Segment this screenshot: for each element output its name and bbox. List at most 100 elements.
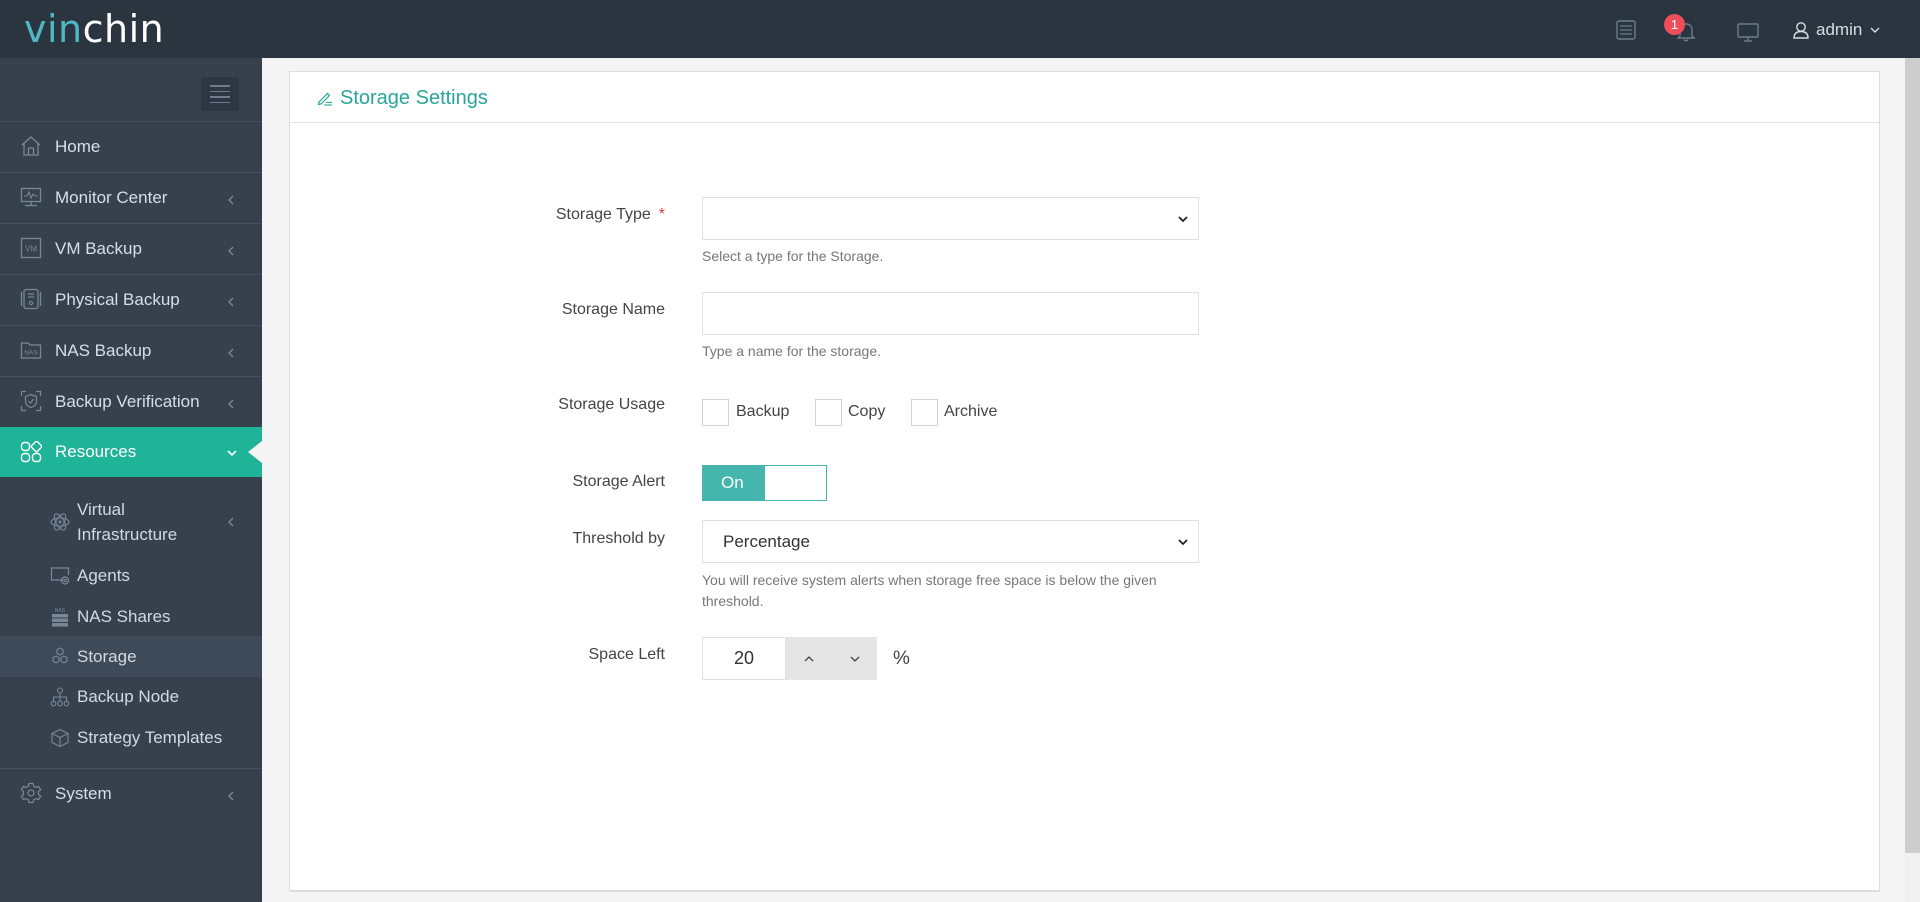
logo-text-chin: chin	[82, 7, 165, 51]
sidebar-subitem-nas-shares[interactable]: NAS NAS Shares	[0, 596, 262, 637]
page-scrollbar[interactable]	[1905, 58, 1920, 902]
required-asterisk: *	[658, 206, 665, 223]
threshold-by-help: You will receive system alerts when stor…	[702, 572, 1157, 609]
vinchin-logo[interactable]: vinchin	[24, 6, 164, 52]
edit-icon	[317, 92, 332, 106]
sidebar-item-physical-backup[interactable]: Physical Backup	[0, 274, 262, 325]
archive-checkbox[interactable]	[911, 399, 938, 426]
chevron-down-icon	[850, 656, 859, 662]
storage-name-help: Type a name for the storage.	[702, 343, 881, 359]
chevron-left-icon	[228, 399, 234, 409]
chevron-down-icon	[1870, 27, 1880, 33]
chevron-left-icon	[228, 246, 234, 256]
scrollbar-thumb[interactable]	[1905, 58, 1920, 853]
sidebar-item-system[interactable]: System	[0, 768, 262, 819]
chevron-down-icon	[1178, 539, 1188, 546]
notification-badge[interactable]: 1	[1664, 14, 1685, 35]
sidebar-item-label: System	[55, 783, 112, 803]
logo-text-vin: vin	[24, 7, 83, 51]
chevron-down-icon	[227, 450, 237, 457]
sidebar-item-monitor-center[interactable]: Monitor Center	[0, 172, 262, 223]
increment-button[interactable]	[786, 637, 831, 680]
backup-checkbox[interactable]	[702, 399, 729, 426]
sidebar-subitem-strategy-templates[interactable]: Strategy Templates	[0, 717, 262, 758]
storage-alert-label: Storage Alert	[572, 473, 666, 490]
sidebar-item-label: NAS Backup	[55, 340, 152, 360]
storage-type-help: Select a type for the Storage.	[702, 248, 884, 264]
copy-checkbox-label[interactable]: Copy	[848, 403, 885, 421]
select-value: Percentage	[723, 532, 810, 551]
node-tree-icon	[50, 687, 70, 707]
sidebar-item-label: Monitor Center	[55, 187, 168, 207]
physical-server-icon	[20, 288, 42, 310]
storage-hexagons-icon	[52, 647, 68, 664]
sidebar-item-vm-backup[interactable]: VM VM Backup	[0, 223, 262, 274]
hamburger-icon-line	[210, 85, 230, 87]
sidebar-subitem-virtual-infrastructure[interactable]: Virtual Infrastructure	[0, 489, 262, 555]
user-menu[interactable]: admin	[1792, 19, 1886, 41]
storage-usage-label: Storage Usage	[558, 396, 665, 413]
user-name: admin	[1816, 20, 1863, 39]
storage-settings-panel: Storage Settings	[289, 71, 1880, 891]
sidebar-item-label: Backup Verification	[55, 391, 200, 411]
archive-checkbox-label[interactable]: Archive	[944, 403, 997, 421]
panel-header: Storage Settings	[290, 72, 1879, 123]
backup-checkbox-label[interactable]: Backup	[736, 403, 789, 421]
space-left-label: Space Left	[588, 646, 666, 663]
active-indicator	[248, 441, 262, 463]
task-list-icon[interactable]	[1614, 18, 1638, 42]
sidebar-subitem-label: NAS Shares	[77, 607, 171, 626]
grid-icon	[20, 441, 42, 463]
chevron-down-icon	[1178, 216, 1188, 223]
storage-type-select[interactable]	[702, 197, 1199, 240]
sidebar-subitem-label: Agents	[77, 566, 130, 585]
hamburger-icon-line	[210, 90, 230, 92]
sidebar-item-resources[interactable]: Resources	[0, 427, 262, 477]
svg-text:VM: VM	[25, 245, 37, 254]
percent-unit: %	[893, 648, 910, 669]
storage-name-label: Storage Name	[561, 301, 665, 318]
storage-type-label: Storage Type *	[556, 206, 665, 224]
chevron-left-icon	[228, 195, 234, 205]
gear-icon	[20, 782, 42, 804]
label-text: Storage Type	[555, 206, 651, 223]
sidebar-subitem-storage[interactable]: Storage	[0, 636, 262, 677]
space-left-input[interactable]: 20	[702, 637, 786, 680]
top-header: vinchin 1 admin	[0, 0, 1920, 58]
sidebar-item-label: Home	[55, 136, 101, 156]
sidebar-item-label: VM Backup	[55, 238, 142, 258]
sidebar-subitem-label: Virtual Infrastructure	[77, 497, 177, 547]
sidebar-toggle-button[interactable]	[201, 77, 239, 111]
agent-icon	[50, 567, 70, 585]
nas-shares-icon: NAS	[52, 608, 68, 627]
sidebar-subitem-agents[interactable]: Agents	[0, 555, 262, 596]
shield-check-icon	[20, 390, 42, 412]
decrement-button[interactable]	[832, 637, 877, 680]
monitor-center-icon	[20, 187, 42, 207]
storage-name-input[interactable]	[702, 292, 1199, 335]
sidebar-subitem-label: Backup Node	[77, 687, 180, 706]
sidebar-subitem-backup-node[interactable]: Backup Node	[0, 676, 262, 717]
panel-title: Storage Settings	[340, 87, 488, 109]
chevron-left-icon	[228, 297, 234, 307]
vm-icon: VM	[20, 237, 42, 259]
copy-checkbox[interactable]	[815, 399, 842, 426]
chevron-up-icon	[804, 655, 813, 661]
svg-text:NAS: NAS	[24, 350, 38, 357]
hamburger-icon-line	[210, 101, 230, 103]
chevron-left-icon	[228, 791, 234, 801]
space-left-stepper	[786, 637, 877, 680]
threshold-by-select[interactable]: Percentage	[702, 520, 1199, 563]
sidebar-item-nas-backup[interactable]: NAS NAS Backup	[0, 325, 262, 376]
storage-alert-toggle[interactable]: On	[702, 465, 827, 501]
label-line-2: Infrastructure	[77, 525, 178, 544]
monitor-icon[interactable]	[1736, 20, 1760, 44]
cube-icon	[51, 728, 69, 748]
sidebar-item-label: Resources	[55, 442, 137, 461]
panel-footer	[289, 891, 1880, 902]
sidebar-item-label: Physical Backup	[55, 289, 180, 309]
sidebar-item-backup-verification[interactable]: Backup Verification	[0, 376, 262, 427]
sidebar-item-home[interactable]: Home	[0, 121, 262, 172]
svg-text:NAS: NAS	[55, 608, 66, 614]
user-icon	[1793, 22, 1809, 39]
